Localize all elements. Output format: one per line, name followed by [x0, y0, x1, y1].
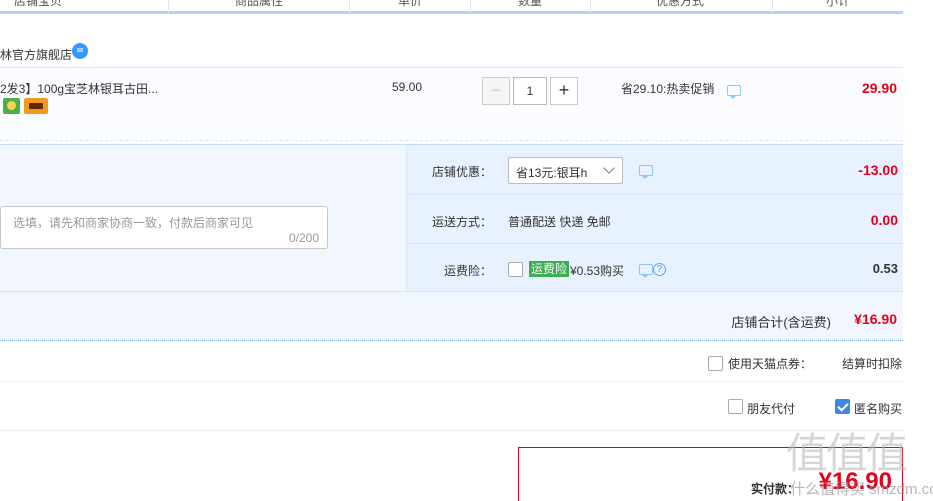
buyer-message-placeholder: 选填，请先和商家协商一致，付款后商家可见 [13, 216, 254, 230]
quantity-input[interactable]: 1 [513, 77, 547, 105]
insurance-checkbox[interactable] [508, 262, 523, 277]
header-col-quantity: 数量 [518, 0, 543, 8]
shop-total-row: 店铺合计(含运费) ¥16.90 [0, 291, 903, 342]
order-message-area: 选填，请先和商家协商一致，付款后商家可见 0/200 [0, 145, 406, 291]
buyer-message-textarea[interactable]: 选填，请先和商家协商一致，付款后商家可见 0/200 [0, 206, 328, 249]
friend-pay-label: 朋友代付 [747, 402, 796, 416]
shop-discount-selected-value: 省13元:银耳h [516, 166, 588, 180]
cart-header: 店铺宝贝 商品属性 单价 数量 优惠方式 小计 [0, 0, 903, 14]
header-col-promotion: 优惠方式 [656, 0, 705, 8]
header-divider [590, 0, 591, 14]
quantity-stepper: − 1 + [482, 77, 579, 105]
promotion-comment-icon[interactable] [727, 85, 741, 99]
wangwang-chat-icon[interactable]: ✉ [72, 43, 88, 59]
discount-comment-icon[interactable] [639, 165, 653, 179]
shop-discount-select[interactable]: 省13元:银耳h [508, 157, 623, 184]
shop-discount-row: 店铺优惠： 省13元:银耳h -13.00 [407, 145, 904, 194]
site-watermark-logo: 值值值 [786, 430, 908, 477]
header-col-divider [470, 0, 471, 14]
payment-options-row: 朋友代付 匿名购买 [0, 382, 903, 431]
help-question-icon[interactable]: ? [653, 263, 666, 276]
shipping-label: 运送方式： [431, 215, 492, 229]
shop-name-link[interactable]: 林官方旗舰店 [0, 46, 72, 63]
tmall-points-checkbox[interactable] [708, 356, 723, 371]
tmall-points-note: 结算时扣除 [842, 357, 903, 371]
insurance-price-text: ¥0.53购买 [570, 264, 625, 278]
header-col-shop-item: 店铺宝贝 [14, 0, 63, 8]
insurance-badge: 运费险 [529, 261, 570, 277]
order-info-panel: 选填，请先和商家协商一致，付款后商家可见 0/200 店铺优惠： 省13元:银耳… [0, 144, 904, 342]
header-col-subtotal: 小计 [826, 0, 851, 8]
item-promotion-text: 省29.10:热卖促销 [621, 82, 715, 96]
header-divider [349, 0, 350, 14]
quantity-minus-button[interactable]: − [482, 77, 510, 105]
buyer-message-counter: 0/200 [288, 231, 319, 245]
header-col-attributes: 商品属性 [235, 0, 284, 8]
chevron-down-icon [603, 162, 615, 174]
tmall-points-row: 使用天猫点券： 结算时扣除 [0, 343, 903, 382]
insurance-row: 运费险： 运费险 ¥0.53购买 ? 0.53 [407, 243, 904, 292]
item-title-link[interactable]: 2发3】100g宝芝林银耳古田... [0, 80, 158, 97]
cart-item-row: 2发3】100g宝芝林银耳古田... 59.00 − 1 + 省29.10:热卖… [0, 67, 903, 141]
order-options-panel: 店铺优惠： 省13元:银耳h -13.00 运送方式： 普通配送 快递 免邮 0… [406, 145, 904, 292]
anonymous-purchase-checkbox[interactable] [835, 399, 850, 414]
insurance-comment-icon[interactable] [639, 264, 653, 278]
shop-total-label: 店铺合计(含运费) [731, 315, 831, 330]
shop-discount-value: -13.00 [858, 162, 898, 178]
quantity-plus-button[interactable]: + [550, 77, 578, 105]
insurance-label: 运费险： [443, 264, 492, 278]
anonymous-purchase-label: 匿名购买 [854, 402, 903, 416]
shipping-row: 运送方式： 普通配送 快递 免邮 0.00 [407, 194, 904, 243]
shop-total-value: ¥16.90 [854, 311, 897, 327]
item-unit-price: 59.00 [392, 80, 423, 94]
shipping-method-text: 普通配送 快递 免邮 [508, 215, 611, 229]
service-badge-icon[interactable] [3, 98, 20, 114]
shipping-value: 0.00 [870, 212, 898, 228]
item-subtotal: 29.90 [861, 80, 897, 96]
shop-discount-label: 店铺优惠： [431, 165, 492, 179]
friend-pay-checkbox[interactable] [728, 399, 743, 414]
header-divider [168, 0, 169, 14]
header-divider [772, 0, 773, 14]
header-col-unit-price: 单价 [398, 0, 423, 8]
tmall-points-label: 使用天猫点券： [728, 357, 813, 371]
insurance-value: 0.53 [872, 261, 898, 276]
site-watermark-text: 什么值得买 smzdm.com [790, 481, 933, 498]
credit-card-badge-icon[interactable] [24, 98, 48, 114]
